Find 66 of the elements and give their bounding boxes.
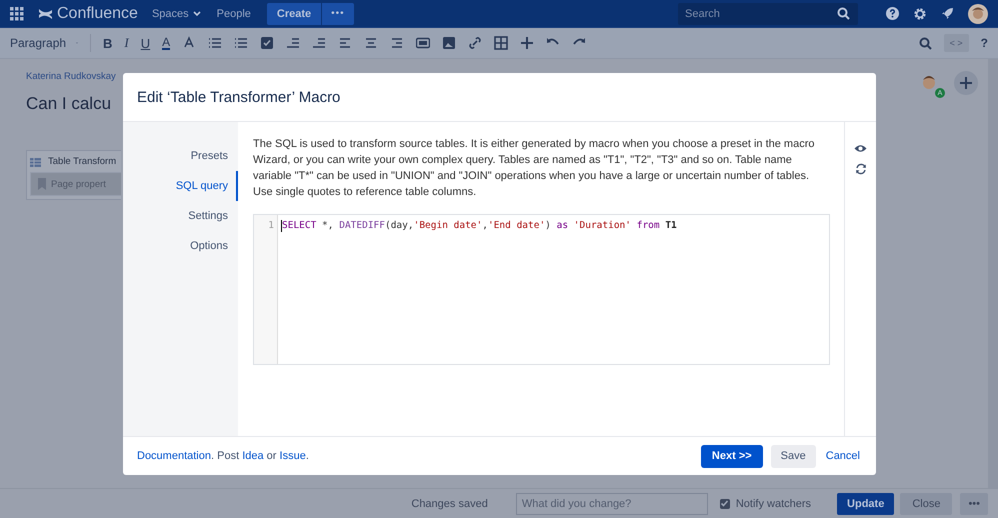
footer-link[interactable]: Issue [280, 450, 306, 462]
macro-placeholder[interactable]: Table Transform Page propert [26, 150, 121, 200]
save-status: Changes saved [411, 498, 488, 510]
bookmark-icon [37, 177, 47, 191]
align-center-icon[interactable] [364, 36, 378, 50]
code-line: SELECT *, DATEDIFF(day,'Begin date','End date') as 'Duration' from T1 [281, 219, 677, 233]
bullet-list-icon[interactable] [208, 36, 222, 50]
app-switcher-icon[interactable] [10, 6, 24, 20]
nav-link[interactable]: Spaces [152, 8, 201, 20]
outdent-icon[interactable] [286, 36, 300, 50]
comment-field[interactable]: What did you change? [516, 492, 708, 514]
numbered-list-icon[interactable] [234, 36, 248, 50]
update-button[interactable]: Update [837, 492, 894, 514]
nav-link[interactable]: People [216, 8, 251, 20]
dialog-tab[interactable]: Options [190, 231, 238, 261]
macro-title: Table Transform [48, 156, 116, 167]
more-button[interactable]: ••• [960, 492, 988, 514]
refresh-icon[interactable] [854, 163, 866, 175]
add-icon[interactable] [954, 71, 978, 95]
plus-icon[interactable] [520, 36, 534, 50]
create-button[interactable]: Create [266, 2, 322, 24]
table-icon[interactable] [494, 36, 508, 50]
help-button[interactable]: ? [980, 36, 988, 50]
layout-icon[interactable] [416, 36, 430, 50]
product-logo[interactable]: Confluence [57, 4, 138, 22]
format-button[interactable]: B [103, 36, 112, 50]
task-icon[interactable] [260, 36, 274, 50]
rocket-icon[interactable] [941, 7, 954, 20]
preview-eye-icon[interactable] [854, 144, 867, 153]
paragraph-style-dropdown[interactable]: Paragraph [10, 36, 78, 50]
text-color-button[interactable]: A [162, 36, 170, 50]
next-button[interactable]: Next >> [700, 444, 763, 468]
more-button[interactable]: ••• [322, 2, 354, 24]
style-icon[interactable] [182, 36, 196, 50]
footer-links: Documentation. Post Idea or Issue. [137, 450, 309, 462]
dialog-tab[interactable]: SQL query [176, 171, 238, 201]
search-icon[interactable] [918, 36, 932, 50]
indent-icon[interactable] [312, 36, 326, 50]
footer-link[interactable]: Idea [242, 450, 264, 462]
logo-icon [38, 7, 53, 20]
link-icon[interactable] [468, 36, 482, 50]
checkbox-label: Notify watchers [736, 498, 812, 510]
format-button[interactable]: I [124, 35, 129, 51]
cancel-link[interactable]: Cancel [824, 450, 860, 462]
table-icon [30, 156, 44, 167]
search-icon [837, 7, 850, 20]
search-field[interactable]: Search [678, 2, 858, 24]
footer-link[interactable]: Documentation [137, 450, 211, 462]
notify-checkbox[interactable] [720, 498, 730, 508]
breadcrumb-link[interactable]: Katerina Rudkovskay [26, 71, 116, 82]
description-text: The SQL is used to transform source tables. It is either generated by macro when you choose a preset in the macro Wizard, or you can write your own complex query. Tables are named as "T1", "T2", "T3" and so on. Table name variable "T*" can be used in "UNION" and "JOIN" operations when you have a large or uncertain number of tables. Use single quotes to reference table columns. [253, 137, 816, 200]
dialog-tab[interactable]: Presets [190, 141, 238, 171]
help-icon[interactable] [886, 7, 899, 20]
close-button[interactable]: Close [900, 492, 952, 514]
image-icon[interactable] [442, 36, 456, 50]
macro-body: Page propert [51, 178, 106, 190]
dialog-tab[interactable]: Settings [188, 201, 238, 231]
user-avatar[interactable] [968, 4, 988, 24]
align-right-icon[interactable] [390, 36, 404, 50]
line-number: 1 [268, 219, 274, 233]
settings-icon[interactable] [913, 6, 927, 20]
page-title: Can I calcu [26, 94, 112, 114]
code-editor[interactable]: 1 SELECT *, DATEDIFF(day,'Begin date','End date') as 'Duration' from T1 [253, 214, 830, 365]
save-button[interactable]: Save [770, 444, 816, 468]
align-left-icon[interactable] [338, 36, 352, 50]
format-button[interactable]: U [140, 36, 150, 50]
